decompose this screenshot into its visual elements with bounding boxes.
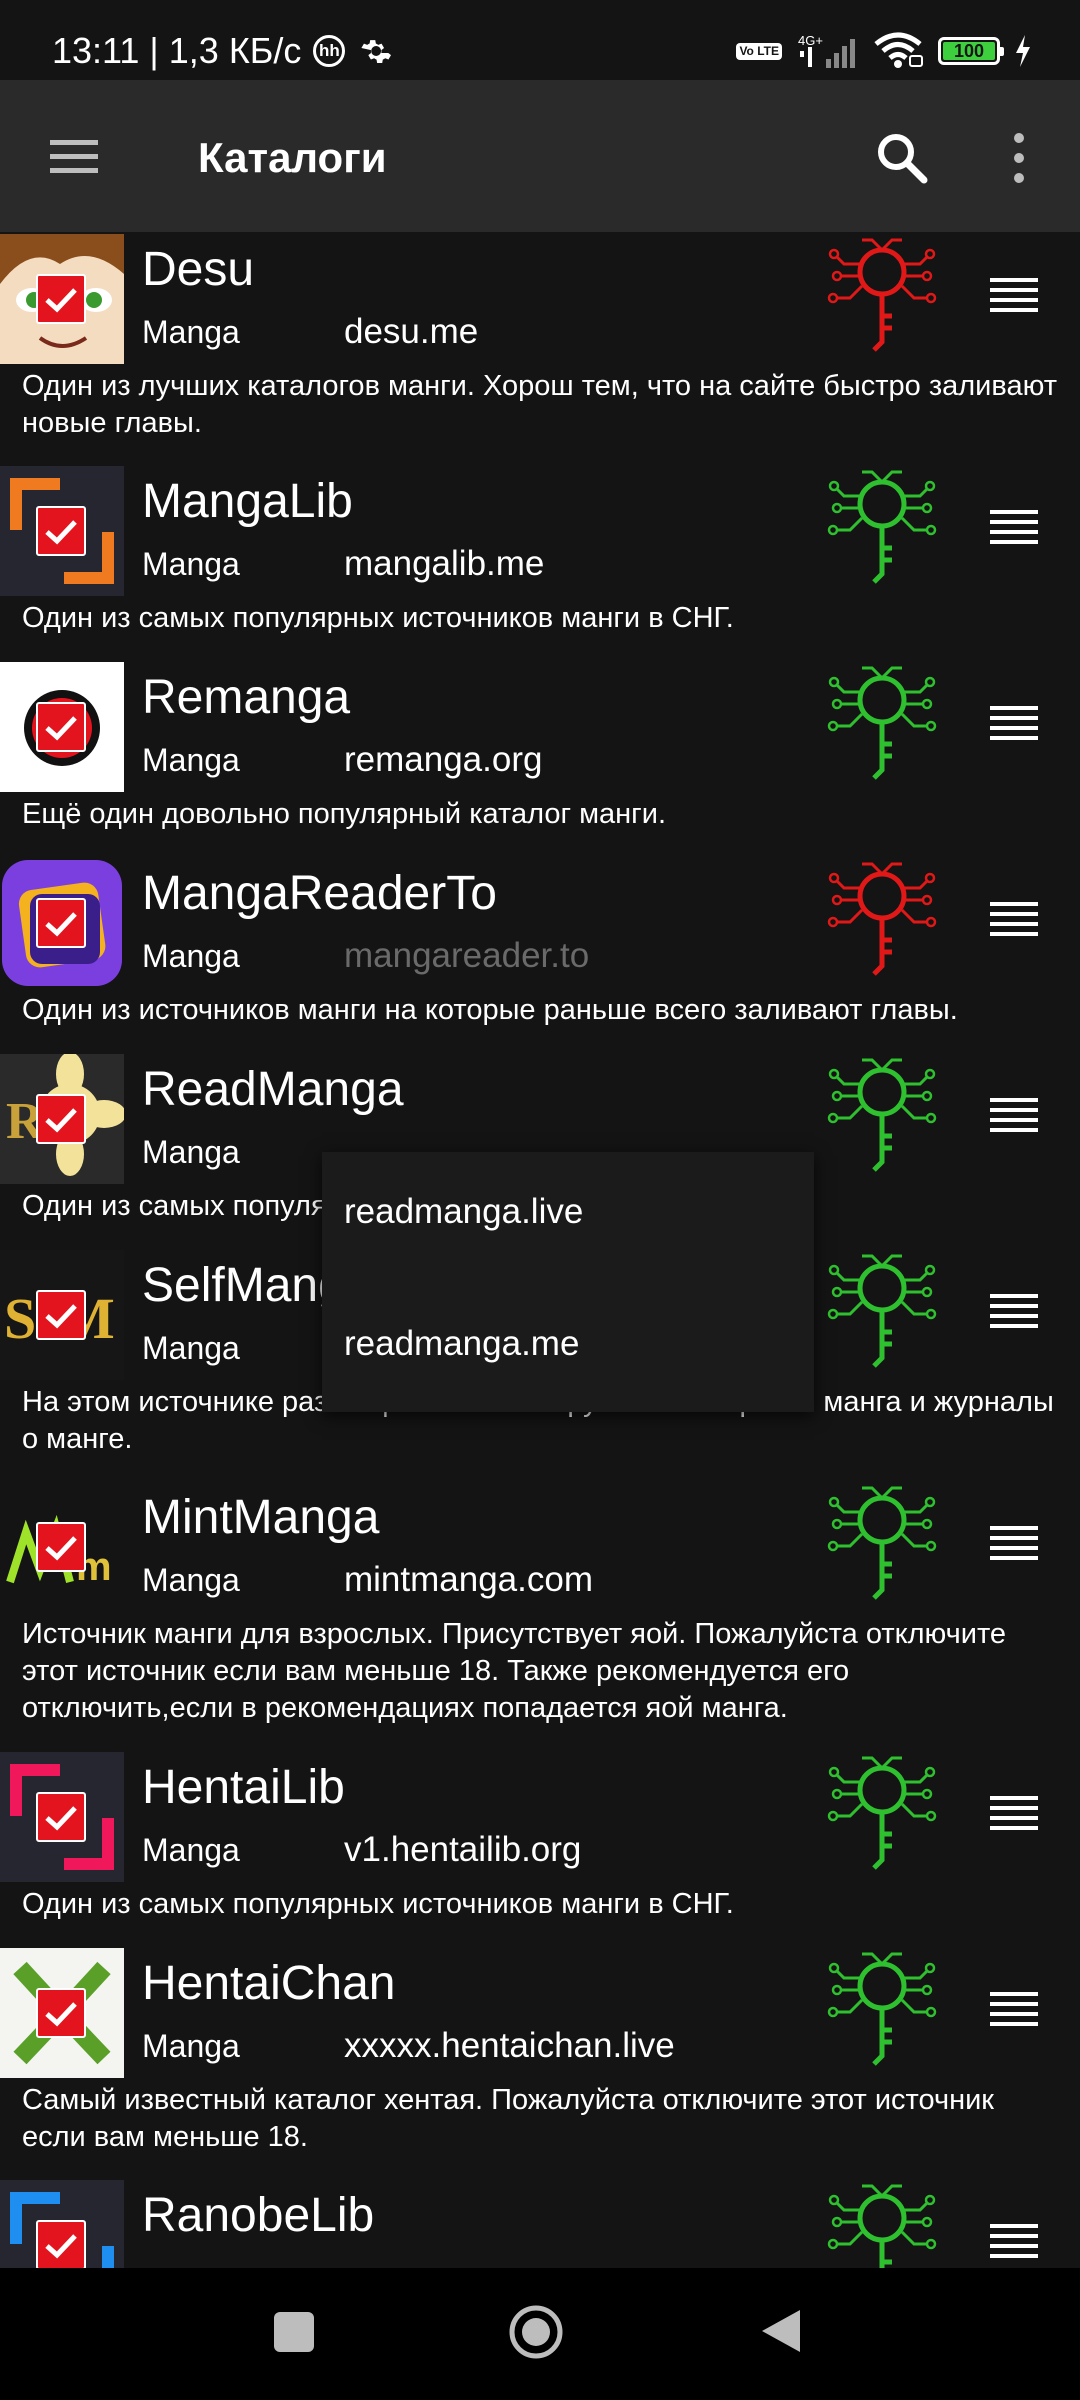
drag-handle-icon[interactable] [988, 506, 1040, 546]
svg-text:S: S [4, 1286, 36, 1351]
catalog-type: Manga [142, 546, 240, 582]
enabled-checkbox[interactable] [36, 2220, 86, 2268]
domain-option[interactable]: readmanga.live [344, 1192, 583, 1232]
settings-gear-icon [361, 40, 392, 64]
status-left: 13:11 | 1,3 КБ/с hh [52, 30, 392, 72]
catalog-domain[interactable]: mangareader.to [344, 936, 589, 976]
catalog-domain[interactable]: desu.me [344, 312, 478, 352]
key-icon[interactable] [822, 1484, 942, 1600]
catalog-description: Ещё один довольно популярный каталог ман… [22, 798, 667, 830]
catalog-domain[interactable]: mangalib.me [344, 544, 544, 584]
key-icon[interactable] [822, 1056, 942, 1172]
drag-handle-icon[interactable] [988, 1290, 1040, 1330]
enabled-checkbox[interactable] [36, 274, 86, 324]
drag-handle-icon[interactable] [988, 1988, 1040, 2028]
status-bar: 13:11 | 1,3 КБ/с hh Vo LTE 4G+ 100 [0, 0, 1080, 80]
catalog-description: Один из источников манги на которые рань… [22, 994, 958, 1026]
enabled-checkbox[interactable] [36, 506, 86, 556]
catalog-domain[interactable]: xxxxx.hentaichan.live [344, 2026, 675, 2066]
charging-bolt-icon [1016, 35, 1030, 67]
drag-handle-icon[interactable] [988, 2220, 1040, 2260]
catalog-type: Manga [142, 1832, 240, 1868]
battery-icon: 100 [938, 37, 1004, 65]
page-title: Каталоги [198, 134, 387, 181]
catalog-name: Desu [142, 243, 255, 296]
battery-level: 100 [943, 42, 995, 60]
catalog-domain[interactable]: mintmanga.com [344, 1560, 593, 1600]
status-right: Vo LTE 4G+ 100 [736, 32, 1032, 70]
key-icon[interactable] [822, 664, 942, 780]
hamburger-menu-icon[interactable] [46, 132, 102, 180]
catalog-type: Manga [142, 742, 240, 778]
catalog-name: HentaiChan [142, 1957, 396, 2010]
catalog-list[interactable]: Desu Manga desu.me Один из лучших катало… [0, 232, 1080, 2268]
search-icon[interactable] [872, 128, 932, 188]
drag-handle-icon[interactable] [988, 274, 1040, 314]
catalog-type: Manga [142, 1330, 240, 1366]
domain-option[interactable]: readmanga.me [344, 1324, 579, 1364]
catalog-type: Manga [142, 938, 240, 974]
enabled-checkbox[interactable] [36, 1792, 86, 1842]
enabled-checkbox[interactable] [36, 1988, 86, 2038]
back-triangle-icon[interactable] [758, 2306, 804, 2356]
signal-icon: 4G+ [798, 33, 855, 68]
enabled-checkbox[interactable] [36, 702, 86, 752]
key-icon[interactable] [822, 2182, 942, 2268]
more-vertical-icon[interactable] [1004, 130, 1034, 186]
key-icon[interactable] [822, 860, 942, 976]
volte-icon: Vo LTE [736, 42, 782, 60]
catalog-description: Один из самых популярных источников манг… [22, 1888, 734, 1920]
catalog-name: ReadManga [142, 1063, 404, 1116]
enabled-checkbox[interactable] [36, 1094, 86, 1144]
enabled-checkbox[interactable] [36, 1522, 86, 1572]
hh-badge-icon: hh [313, 35, 346, 67]
enabled-checkbox[interactable] [36, 1290, 86, 1340]
domain-dropdown[interactable]: readmanga.live readmanga.me [322, 1152, 814, 1412]
catalog-description: Один из лучших каталогов манги. Хорош те… [22, 370, 1057, 439]
catalog-type: Manga [142, 1562, 240, 1598]
drag-handle-icon[interactable] [988, 702, 1040, 742]
drag-handle-icon[interactable] [988, 1522, 1040, 1562]
network-type: 4G+ [798, 33, 823, 48]
catalog-type: Manga [142, 1134, 240, 1170]
home-circle-icon[interactable] [508, 2304, 564, 2360]
catalog-domain[interactable]: v1.hentailib.org [344, 1830, 581, 1870]
key-icon[interactable] [822, 1252, 942, 1368]
catalog-description: Один из самых популярных источников манг… [22, 602, 734, 634]
drag-handle-icon[interactable] [988, 1094, 1040, 1134]
catalog-name: MintManga [142, 1491, 380, 1544]
status-time-speed: 13:11 | 1,3 КБ/с [52, 30, 302, 71]
catalog-description: Самый известный каталог хентая. Пожалуйс… [22, 2084, 994, 2153]
catalog-name: HentaiLib [142, 1761, 345, 1814]
drag-handle-icon[interactable] [988, 898, 1040, 938]
recents-square-icon[interactable] [272, 2310, 316, 2354]
catalog-description: Источник манги для взрослых. Присутствуе… [22, 1618, 1007, 1724]
enabled-checkbox[interactable] [36, 898, 86, 948]
catalog-type: Manga [142, 2028, 240, 2064]
key-icon[interactable] [822, 1950, 942, 2066]
catalog-name: Remanga [142, 671, 351, 724]
app-bar: Каталоги [0, 80, 1080, 232]
wifi-icon [874, 32, 923, 68]
key-icon[interactable] [822, 236, 942, 352]
key-icon[interactable] [822, 468, 942, 584]
catalog-name: RanobeLib [142, 2189, 375, 2242]
navigation-bar [0, 2268, 1080, 2400]
drag-handle-icon[interactable] [988, 1792, 1040, 1832]
catalog-domain[interactable]: remanga.org [344, 740, 542, 780]
key-icon[interactable] [822, 1754, 942, 1870]
catalog-name: MangaLib [142, 475, 353, 528]
catalog-type: Manga [142, 314, 240, 350]
catalog-name: MangaReaderTo [142, 867, 497, 920]
